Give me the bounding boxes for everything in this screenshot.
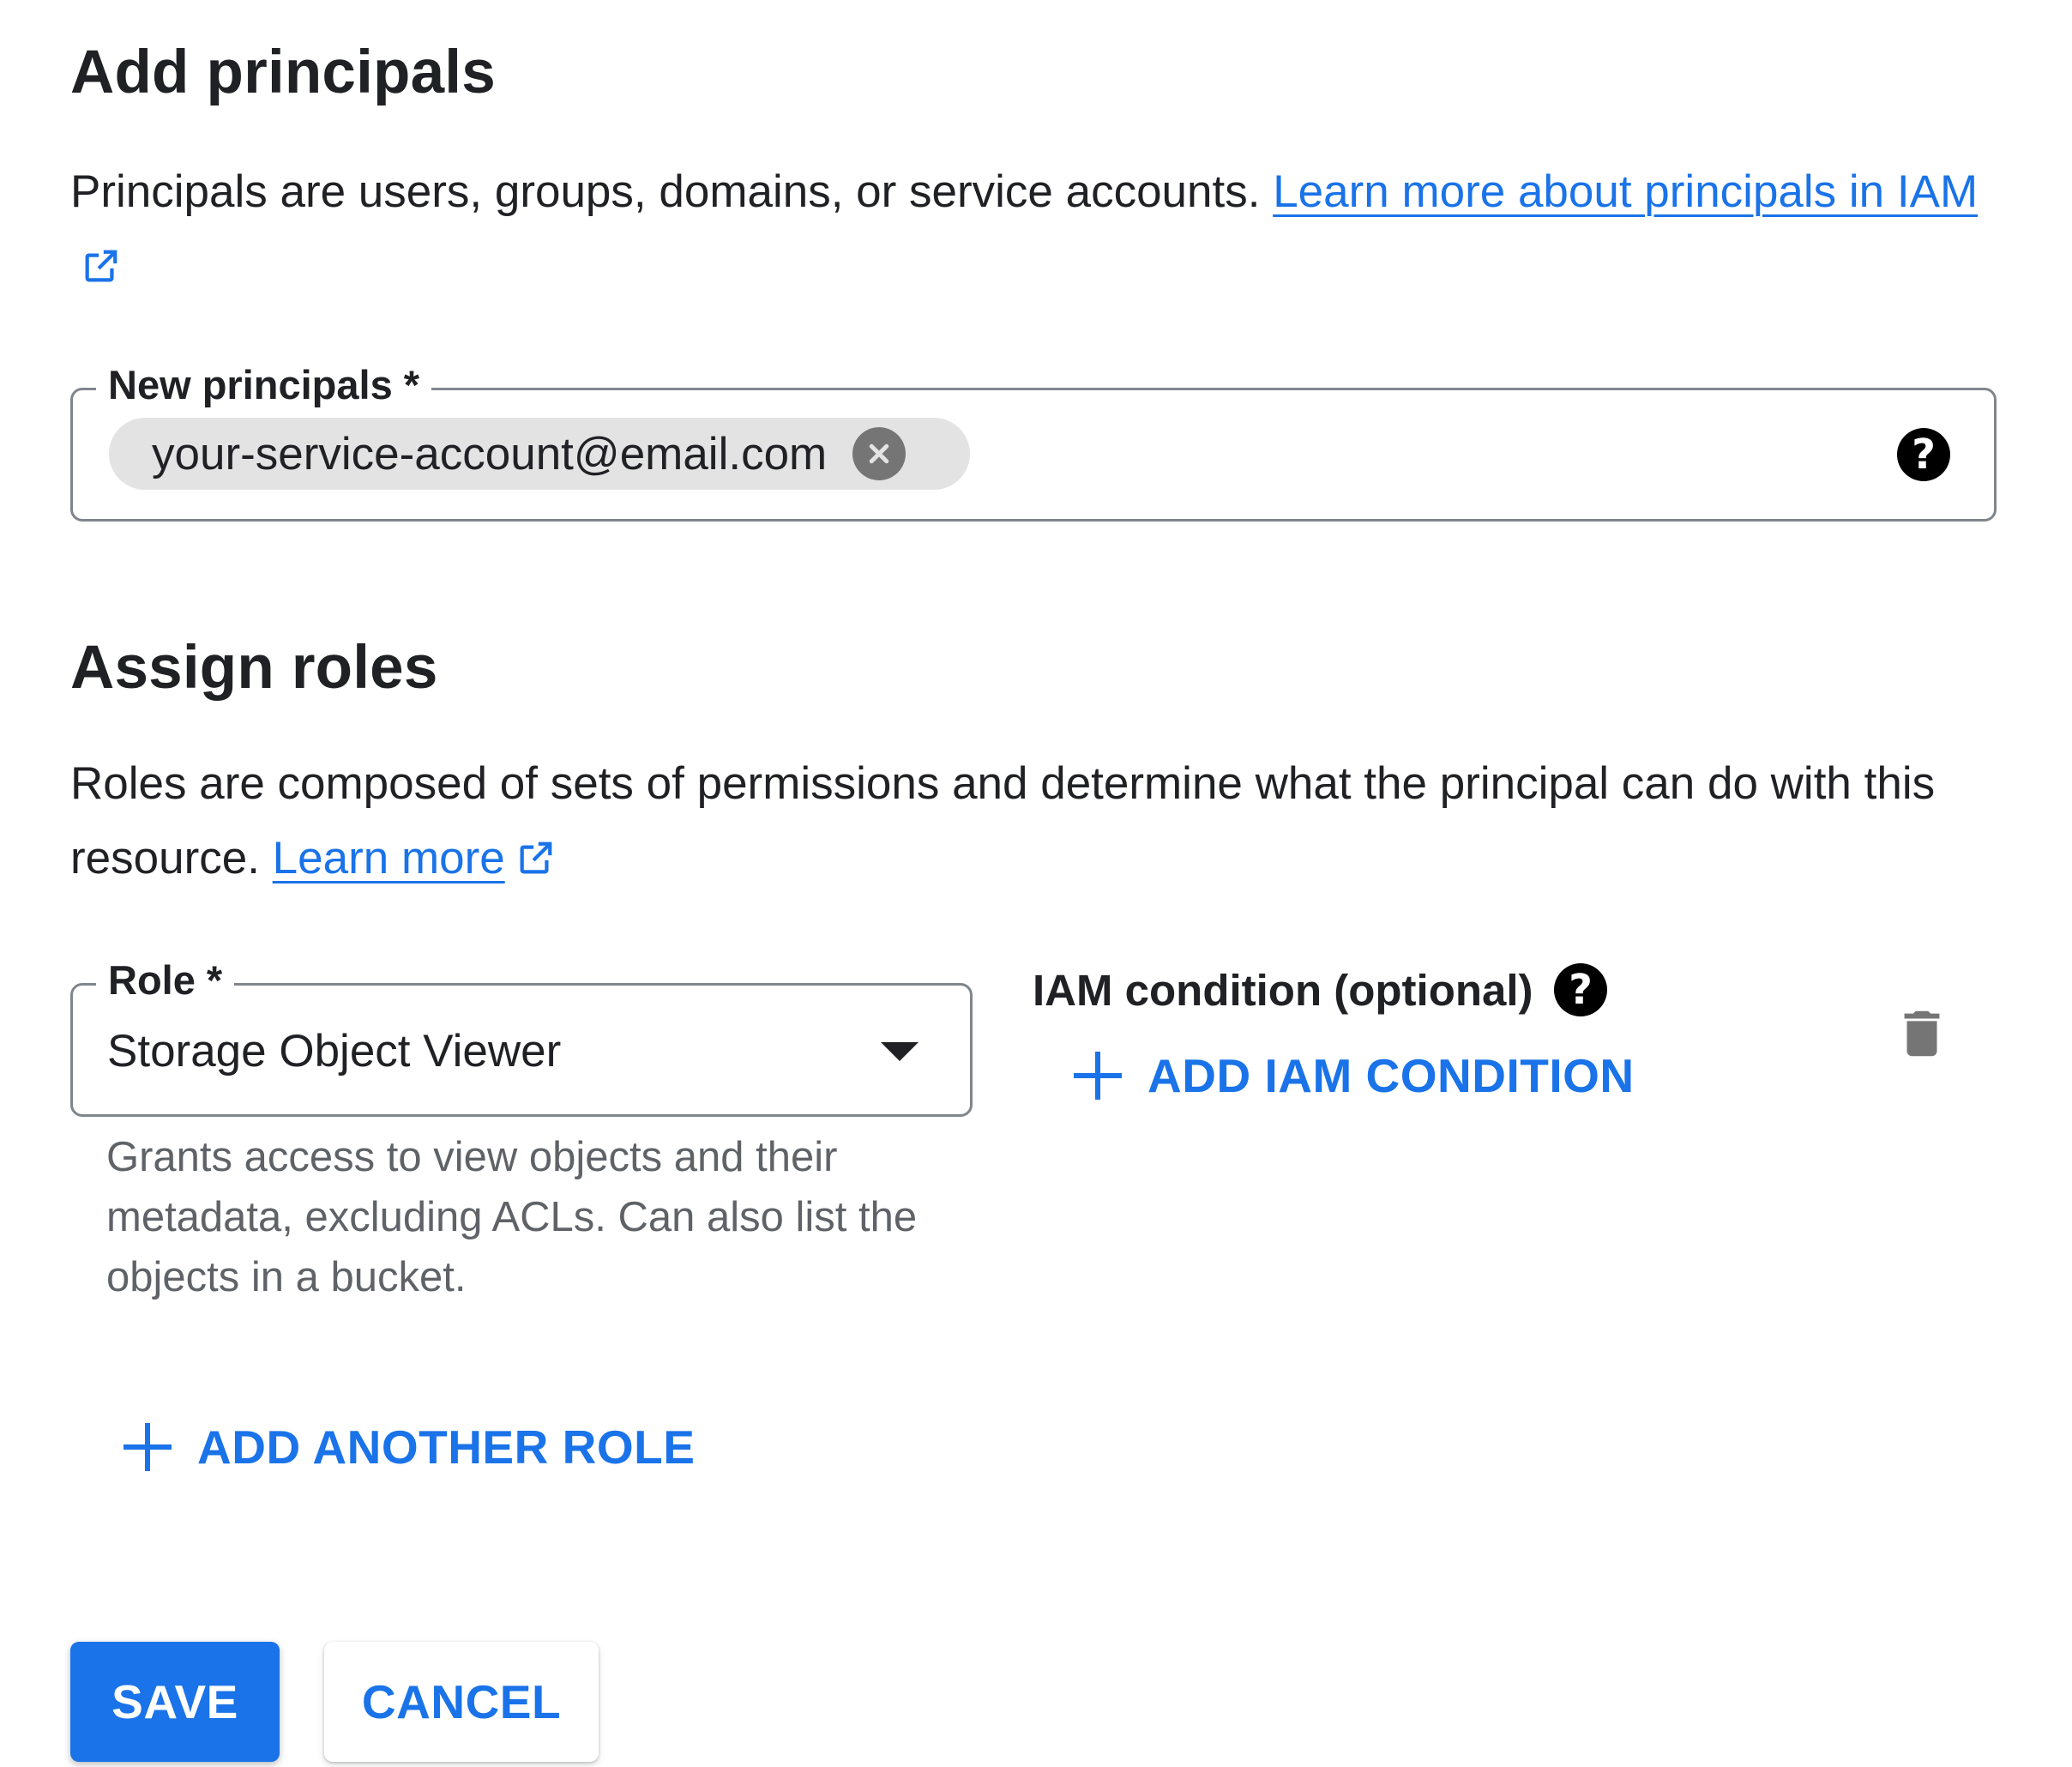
open-in-new-icon xyxy=(515,839,555,878)
role-label: Role * xyxy=(96,960,235,1000)
clear-chip-icon[interactable] xyxy=(852,427,906,480)
cancel-button[interactable]: CANCEL xyxy=(324,1642,599,1762)
add-icon xyxy=(1074,1052,1122,1100)
principal-chip-label: your-service-account@email.com xyxy=(152,428,828,479)
add-iam-condition-button[interactable]: ADD IAM CONDITION xyxy=(1074,1048,1635,1103)
delete-icon[interactable] xyxy=(1892,1004,1952,1068)
dropdown-arrow-icon xyxy=(881,1042,919,1061)
assign-roles-title: Assign roles xyxy=(70,634,438,702)
help-icon[interactable]: ? xyxy=(1897,428,1950,481)
iam-condition-help-icon[interactable]: ? xyxy=(1554,963,1607,1016)
new-principals-field[interactable]: your-service-account@email.com ? xyxy=(70,388,1997,522)
assign-roles-description-block: Roles are composed of sets of permission… xyxy=(70,746,2000,896)
add-principals-title: Add principals xyxy=(70,39,496,106)
role-hint: Grants access to view objects and their … xyxy=(106,1134,918,1300)
add-another-role-button[interactable]: ADD ANOTHER ROLE xyxy=(123,1420,695,1475)
iam-condition-label: IAM condition (optional) xyxy=(1033,966,1533,1015)
role-select-value: Storage Object Viewer xyxy=(107,1026,562,1076)
role-select[interactable]: Storage Object Viewer xyxy=(70,983,973,1117)
open-in-new-icon xyxy=(81,247,120,286)
learn-more-roles-link[interactable]: Learn more xyxy=(273,833,505,884)
add-principals-description: Principals are users, groups, domains, o… xyxy=(70,166,1261,217)
new-principals-label: New principals * xyxy=(96,365,432,405)
add-principals-description-block: Principals are users, groups, domains, o… xyxy=(70,154,2000,304)
save-button[interactable]: SAVE xyxy=(70,1642,280,1762)
add-icon xyxy=(123,1423,172,1471)
principal-chip[interactable]: your-service-account@email.com xyxy=(109,418,970,490)
learn-more-principals-link[interactable]: Learn more about principals in IAM xyxy=(1273,166,1978,217)
